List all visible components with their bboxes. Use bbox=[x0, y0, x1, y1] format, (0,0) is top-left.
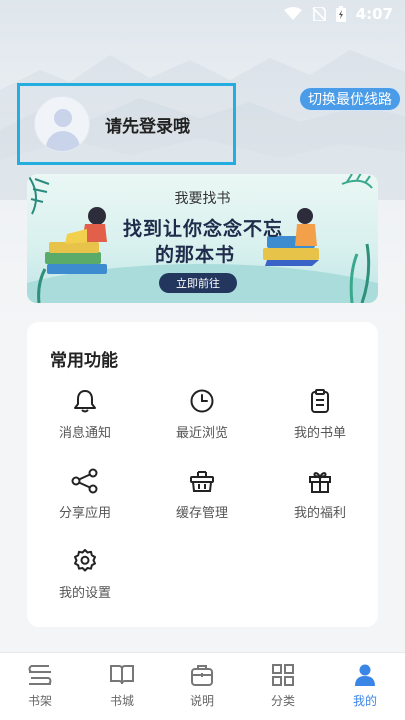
func-label: 我的设置 bbox=[58, 586, 111, 601]
func-label: 消息通知 bbox=[58, 426, 111, 441]
tab-label: 我的 bbox=[352, 694, 377, 708]
login-prompt[interactable]: 请先登录哦 bbox=[17, 83, 236, 165]
func-label: 分享应用 bbox=[58, 506, 111, 521]
grid-icon bbox=[272, 664, 294, 686]
func-notifications[interactable]: 消息通知 bbox=[35, 388, 135, 441]
battery-icon bbox=[335, 6, 346, 22]
func-recent[interactable]: 最近浏览 bbox=[152, 388, 252, 441]
common-functions-card: 常用功能 消息通知 最近浏览 我的书单 分享应用 缓存管理 我的福利 我的设置 bbox=[27, 322, 378, 627]
person-icon bbox=[355, 664, 375, 686]
avatar[interactable] bbox=[34, 96, 90, 152]
tab-label: 说明 bbox=[189, 694, 214, 708]
tab-label: 分类 bbox=[270, 694, 295, 708]
tab-instructions[interactable]: 说明 bbox=[172, 663, 232, 709]
func-label: 我的福利 bbox=[293, 506, 346, 521]
func-label: 我的书单 bbox=[293, 426, 346, 441]
tab-categories[interactable]: 分类 bbox=[253, 663, 313, 709]
open-book-icon bbox=[110, 665, 134, 685]
func-share[interactable]: 分享应用 bbox=[35, 468, 135, 521]
func-rewards[interactable]: 我的福利 bbox=[270, 468, 370, 521]
briefcase-icon bbox=[191, 665, 213, 686]
banner-title-line2: 的那本书 bbox=[155, 244, 236, 266]
gift-icon bbox=[309, 472, 331, 493]
share-icon bbox=[71, 468, 98, 494]
find-book-banner[interactable]: 我要找书 找到让你念念不忘 的那本书 立即前往 bbox=[27, 174, 378, 303]
banner-title-line1: 找到让你念念不忘 bbox=[123, 218, 284, 240]
gear-icon bbox=[74, 549, 96, 572]
func-settings[interactable]: 我的设置 bbox=[35, 548, 135, 601]
bell-icon bbox=[74, 390, 96, 413]
tab-mine[interactable]: 我的 bbox=[335, 663, 395, 709]
basket-icon bbox=[190, 471, 214, 492]
go-now-button[interactable]: 立即前往 bbox=[159, 273, 237, 293]
tab-bookshelf[interactable]: 书架 bbox=[10, 663, 70, 709]
status-time: 4:07 bbox=[355, 5, 393, 23]
func-booklist[interactable]: 我的书单 bbox=[270, 388, 370, 441]
clipboard-icon bbox=[311, 389, 329, 413]
tab-label: 书架 bbox=[27, 694, 52, 708]
func-cache[interactable]: 缓存管理 bbox=[152, 468, 252, 521]
tab-bookstore[interactable]: 书城 bbox=[92, 663, 152, 709]
status-bar: 4:07 bbox=[0, 0, 405, 28]
func-label: 缓存管理 bbox=[175, 506, 228, 521]
login-text[interactable]: 请先登录哦 bbox=[105, 112, 190, 137]
section-title: 常用功能 bbox=[50, 351, 118, 371]
wifi-icon bbox=[283, 7, 302, 20]
switch-route-button[interactable]: 切换最优线路 bbox=[299, 87, 401, 111]
banner-subtitle: 我要找书 bbox=[174, 191, 231, 207]
no-sim-icon bbox=[312, 7, 326, 21]
tab-label: 书城 bbox=[109, 694, 134, 708]
clock-icon bbox=[190, 389, 214, 413]
bookshelf-icon bbox=[28, 665, 52, 685]
func-label: 最近浏览 bbox=[175, 426, 228, 441]
bottom-tab-bar: 书架 书城 说明 分类 我的 bbox=[0, 652, 405, 720]
